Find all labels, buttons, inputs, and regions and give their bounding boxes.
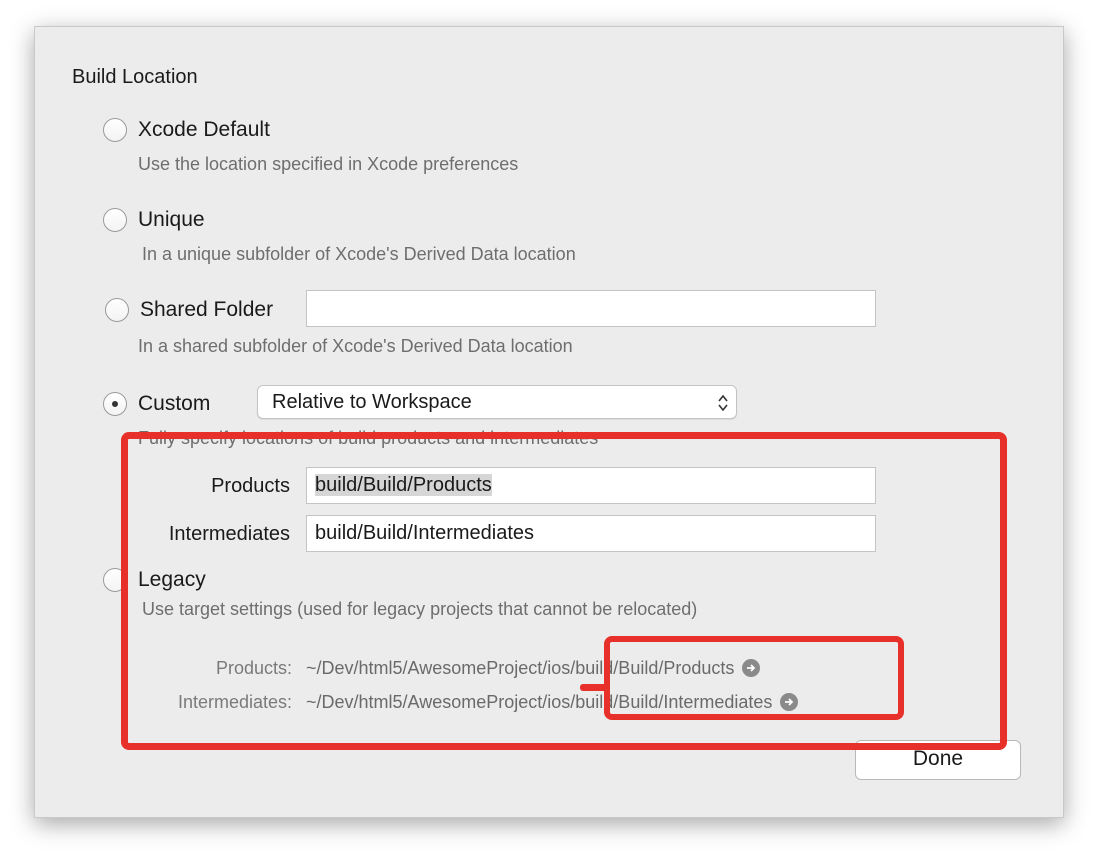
xcode-default-label[interactable]: Xcode Default [138,118,270,142]
xcode-default-radio[interactable] [103,118,127,142]
custom-location-popup-value: Relative to Workspace [272,391,472,413]
unique-label[interactable]: Unique [138,208,205,232]
up-down-arrows-icon [716,389,730,417]
shared-folder-description: In a shared subfolder of Xcode's Derived… [138,336,573,356]
xcode-default-description: Use the location specified in Xcode pref… [138,154,519,174]
shared-folder-label[interactable]: Shared Folder [140,298,273,322]
custom-label[interactable]: Custom [138,392,210,416]
unique-radio[interactable] [103,208,127,232]
annotation-connector [580,684,610,691]
section-title: Build Location [72,66,198,88]
shared-folder-radio[interactable] [105,298,129,322]
annotation-small-box [604,636,904,720]
custom-location-popup[interactable]: Relative to Workspace [257,385,737,419]
unique-description: In a unique subfolder of Xcode's Derived… [142,244,576,264]
shared-folder-field[interactable] [306,290,876,327]
custom-radio[interactable] [103,392,127,416]
